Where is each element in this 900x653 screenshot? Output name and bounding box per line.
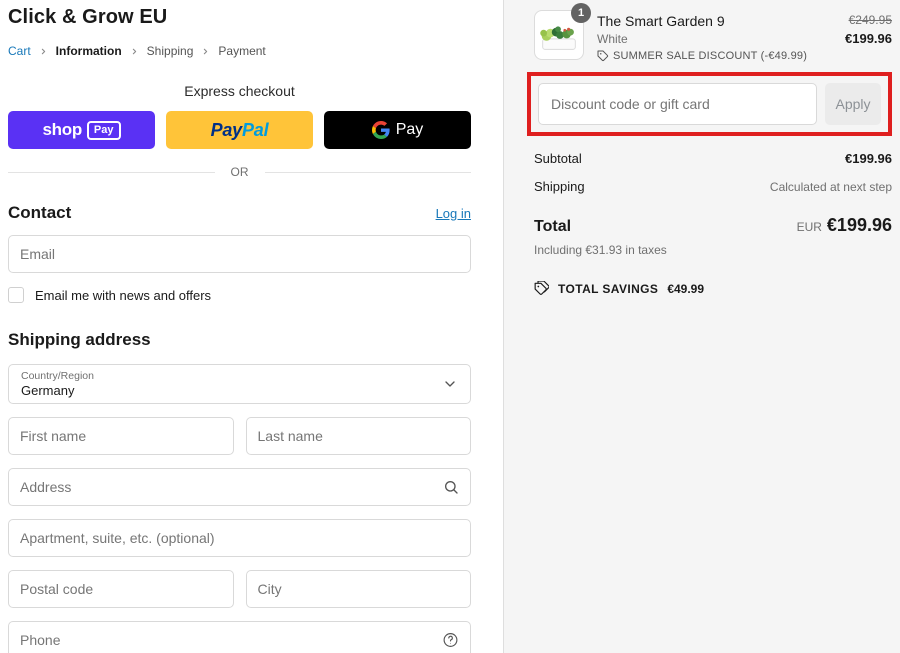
or-divider: OR	[8, 165, 471, 179]
first-name-field[interactable]	[8, 417, 234, 455]
postal-code-field[interactable]	[8, 570, 234, 608]
address-field[interactable]	[8, 468, 471, 506]
express-checkout-label: Express checkout	[184, 83, 295, 99]
email-field[interactable]	[8, 235, 471, 273]
checkout-main: Click & Grow EU Cart Information Shippin…	[0, 0, 504, 653]
tags-icon	[534, 281, 549, 296]
chevron-right-icon	[39, 47, 48, 56]
shop-pay-badge: Pay	[86, 120, 121, 140]
country-select[interactable]: Country/Region Germany	[8, 364, 471, 404]
line-item-discount: SUMMER SALE DISCOUNT (-€49.99)	[597, 50, 832, 62]
apartment-field[interactable]	[8, 519, 471, 557]
shipping-label: Shipping	[534, 179, 585, 194]
city-field[interactable]	[245, 570, 471, 608]
quantity-badge: 1	[571, 3, 591, 23]
google-g-icon	[371, 121, 390, 139]
newsletter-checkbox[interactable]	[8, 287, 24, 303]
order-summary: 1 The Smart Garden 9 White SUMMER SALE D…	[504, 0, 900, 653]
breadcrumb-cart[interactable]: Cart	[8, 44, 31, 58]
shipping-address-heading: Shipping address	[8, 330, 151, 349]
breadcrumb-shipping: Shipping	[146, 44, 194, 58]
shipping-value: Calculated at next step	[769, 180, 892, 194]
shop-pay-logo: shop	[42, 120, 83, 139]
paypal-logo: Pay	[210, 119, 243, 140]
express-checkout-buttons: shop Pay Pay Pal Pay	[8, 111, 471, 149]
discount-label: SUMMER SALE DISCOUNT (-€49.99)	[613, 50, 808, 62]
total-value: €199.96	[826, 215, 892, 235]
contact-heading: Contact	[8, 203, 72, 222]
total-savings-row: TOTAL SAVINGS €49.99	[534, 281, 892, 296]
google-pay-label: Pay	[395, 121, 424, 138]
store-name: Click & Grow EU	[8, 6, 168, 28]
discount-code-input[interactable]	[538, 83, 817, 125]
breadcrumb: Cart Information Shipping Payment	[8, 44, 471, 58]
product-thumbnail: 1	[534, 3, 591, 60]
discount-annotation-box: Apply	[527, 72, 892, 136]
phone-field[interactable]	[8, 621, 471, 653]
chevron-right-icon	[130, 47, 139, 56]
breadcrumb-payment: Payment	[218, 44, 266, 58]
paypal-button[interactable]: Pay Pal	[166, 111, 313, 149]
product-name: The Smart Garden 9	[597, 13, 725, 29]
totals-section: Subtotal €199.96 Shipping Calculated at …	[534, 151, 892, 296]
breadcrumb-information: Information	[55, 44, 122, 58]
apply-button[interactable]: Apply	[825, 83, 881, 125]
subtotal-value: €199.96	[845, 151, 892, 166]
sale-price: €199.96	[845, 31, 892, 46]
product-variant: White	[597, 32, 628, 46]
cart-line-item: 1 The Smart Garden 9 White SUMMER SALE D…	[534, 3, 892, 62]
savings-label: TOTAL SAVINGS	[558, 281, 659, 296]
checkout-page: Click & Grow EU Cart Information Shippin…	[0, 0, 900, 653]
total-label: Total	[534, 218, 572, 235]
or-divider-label: OR	[230, 165, 249, 179]
last-name-field[interactable]	[245, 417, 471, 455]
taxes-note: Including €31.93 in taxes	[534, 243, 667, 257]
country-select-value: Germany	[21, 383, 75, 398]
subtotal-label: Subtotal	[534, 151, 582, 166]
chevron-down-icon	[442, 376, 458, 392]
original-price: €249.95	[848, 13, 892, 27]
country-select-label: Country/Region	[21, 370, 94, 382]
login-link[interactable]: Log in	[436, 206, 471, 221]
tag-icon	[597, 50, 609, 62]
search-icon	[443, 479, 459, 495]
help-icon	[442, 632, 459, 649]
savings-value: €49.99	[667, 281, 705, 296]
newsletter-optin-row[interactable]: Email me with news and offers	[8, 287, 471, 303]
chevron-right-icon	[201, 47, 210, 56]
shop-pay-button[interactable]: shop Pay	[8, 111, 155, 149]
currency-code: EUR	[796, 220, 822, 234]
newsletter-label: Email me with news and offers	[35, 287, 212, 303]
google-pay-button[interactable]: Pay	[324, 111, 471, 149]
